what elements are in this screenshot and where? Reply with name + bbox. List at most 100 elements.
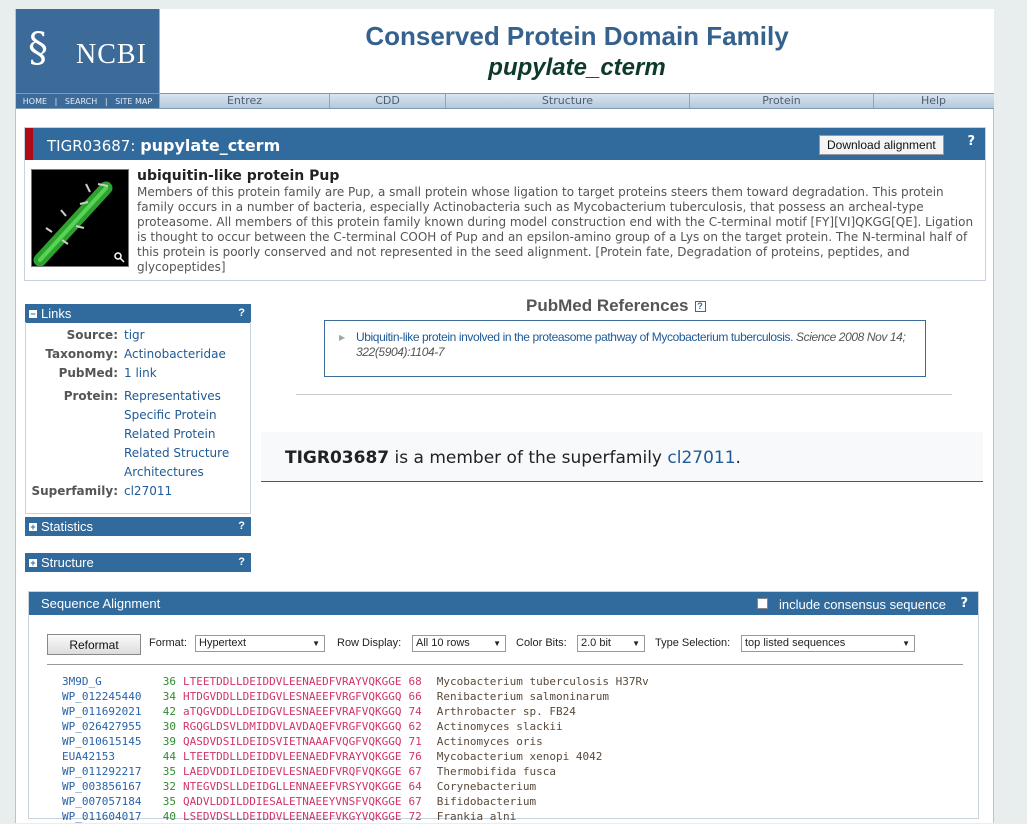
alignment-row: WP_010615145 39 QASDVDSILDEIDSVIETNAAAFVQG… (62, 734, 649, 749)
related-structure-link[interactable]: Related Structure (124, 446, 229, 460)
help-icon[interactable]: ? (238, 517, 245, 536)
start-position: 34 (162, 690, 176, 703)
protein-helix-image (32, 170, 128, 266)
pubmed-link[interactable]: 1 link (124, 366, 157, 380)
start-position: 30 (162, 720, 176, 733)
download-alignment-button[interactable]: Download alignment (819, 135, 944, 155)
organism: Arthrobacter sp. FB24 (436, 705, 576, 718)
alignment-row: WP_003856167 32 NTEGVDSLLDEIDGLLENNAEEFVRS… (62, 779, 649, 794)
sequence: LTEETDDLLDEIDDVLEENAEDFVRAYVQKGGE (183, 750, 402, 763)
superfamily-statement: TIGR03687 is a member of the superfamily… (261, 432, 983, 482)
superfamily-link[interactable]: cl27011 (124, 484, 172, 498)
taxonomy-link[interactable]: Actinobacteridae (124, 347, 226, 361)
expand-icon: + (29, 522, 37, 532)
start-position: 40 (162, 810, 176, 823)
type-selection-select[interactable]: top listed sequences (741, 635, 915, 652)
architectures-link[interactable]: Architectures (124, 465, 204, 479)
sequence-id-link[interactable]: EUA42153 (62, 749, 157, 764)
sequence: aTQGVDDLLDEIDGVLESNAEEFVRAFVQKGGQ (183, 705, 402, 718)
nav-help[interactable]: Help (873, 94, 993, 108)
end-position: 67 (408, 765, 422, 778)
specific-protein-link[interactable]: Specific Protein (124, 408, 217, 422)
structure-panel-header[interactable]: + Structure ? (25, 553, 251, 572)
reference-title-link[interactable]: Ubiquitin-like protein involved in the p… (356, 330, 793, 344)
organism: Corynebacterium (436, 780, 537, 793)
sequence: QADVLDDILDDIESALETNAEEYVNSFVQKGGE (183, 795, 402, 808)
pubmed-label: PubMed: (58, 366, 118, 380)
links-panel-header[interactable]: − Links ? (25, 304, 251, 323)
start-position: 32 (162, 780, 176, 793)
representatives-link[interactable]: Representatives (124, 389, 221, 403)
sequence-id-link[interactable]: WP_012245440 (62, 689, 157, 704)
home-link[interactable]: HOME (23, 97, 47, 106)
end-position: 67 (408, 795, 422, 808)
sequence: LTEETDDLLDEIDDVLEENAEDFVRAYVQKGGE (183, 675, 402, 688)
protein-label: Protein: (63, 389, 118, 403)
accent-stripe (25, 128, 33, 160)
short-name: pupylate_cterm (140, 136, 281, 155)
organism: Mycobacterium xenopi 4042 (436, 750, 603, 763)
nav-cdd[interactable]: CDD (329, 94, 445, 108)
reformat-button[interactable]: Reformat (47, 634, 141, 655)
family-description: Members of this protein family are Pup, … (137, 185, 974, 274)
expand-icon: + (29, 558, 37, 568)
source-link[interactable]: tigr (124, 328, 145, 342)
source-label: Source: (66, 328, 118, 342)
help-icon[interactable]: ? (238, 304, 245, 323)
alignment-title: Sequence Alignment (41, 596, 161, 611)
family-accession: TIGR03687: pupylate_cterm (47, 136, 280, 155)
alignment-rows: 3M9D_G 36 LTEETDDLLDEIDDVLEENAEDFVRAYVQKGG… (62, 674, 649, 824)
sequence-id-link[interactable]: WP_003856167 (62, 779, 157, 794)
ncbi-logo[interactable]: § NCBI (16, 9, 159, 93)
superfamily-sentence: is a member of the superfamily (394, 448, 662, 468)
end-position: 66 (408, 690, 422, 703)
start-position: 39 (162, 735, 176, 748)
sequence-id-link[interactable]: WP_011292217 (62, 764, 157, 779)
format-select[interactable]: Hypertext (195, 635, 325, 652)
sequence-id-link[interactable]: WP_010615145 (62, 734, 157, 749)
family-title: pupylate_cterm (488, 54, 666, 81)
end-position: 72 (408, 810, 422, 823)
related-protein-link[interactable]: Related Protein (124, 427, 215, 441)
consensus-checkbox[interactable] (757, 598, 768, 609)
alignment-row: WP_012245440 34 HTDGVDDLLDEIDGVLESNAEEFVRG… (62, 689, 649, 704)
nav-structure[interactable]: Structure (445, 94, 689, 108)
nav-protein[interactable]: Protein (689, 94, 873, 108)
help-icon[interactable]: ? (960, 596, 968, 611)
color-bits-select[interactable]: 2.0 bit (577, 635, 645, 652)
search-link[interactable]: SEARCH (65, 97, 97, 106)
sequence-id-link[interactable]: WP_011604017 (62, 809, 157, 824)
structure-thumbnail[interactable] (31, 169, 129, 267)
end-position: 76 (408, 750, 422, 763)
sequence: RGQGLDSVLDMIDDVLAVDAQEFVRGFVQKGGQ (183, 720, 402, 733)
row-display-select[interactable]: All 10 rows (412, 635, 506, 652)
sequence-id-link[interactable]: WP_026427955 (62, 719, 157, 734)
start-position: 42 (162, 705, 176, 718)
nav-entrez[interactable]: Entrez (159, 94, 329, 108)
sequence: HTDGVDDLLDEIDGVLESNAEEFVRGFVQKGGQ (183, 690, 402, 703)
row-display-label: Row Display: (337, 637, 402, 649)
sequence-id-link[interactable]: WP_011692021 (62, 704, 157, 719)
help-icon[interactable]: ? (967, 134, 975, 149)
start-position: 35 (162, 795, 176, 808)
superfamily-cl-link[interactable]: cl27011 (667, 448, 735, 468)
help-icon[interactable]: ? (238, 553, 245, 572)
organism: Thermobifida fusca (436, 765, 557, 778)
sequence-alignment-panel: Sequence Alignment include consensus seq… (28, 591, 979, 823)
alignment-row: WP_007057184 35 QADVLDDILDDIESALETNAEEYVNS… (62, 794, 649, 809)
statistics-panel-header[interactable]: + Statistics ? (25, 517, 251, 536)
start-position: 44 (162, 750, 176, 763)
sequence-id-link[interactable]: 3M9D_G (62, 674, 157, 689)
sequence-id-link[interactable]: WP_007057184 (62, 794, 157, 809)
alignment-row: EUA42153 44 LTEETDDLLDEIDDVLEENAEDFVRAYVQK… (62, 749, 649, 764)
ncbi-logo-text: NCBI (76, 39, 147, 70)
organism: Actinomyces slackii (436, 720, 563, 733)
accession-label: TIGR03687: (47, 137, 136, 155)
pubmed-references-title: PubMed References? (526, 296, 706, 316)
bullet-icon: ▶ (339, 333, 346, 342)
help-icon[interactable]: ? (694, 301, 706, 312)
family-full-name: ubiquitin-like protein Pup (137, 168, 340, 184)
color-bits-label: Color Bits: (516, 637, 567, 649)
site-map-link[interactable]: SITE MAP (115, 97, 152, 106)
organism: Renibacterium salmoninarum (436, 690, 609, 703)
